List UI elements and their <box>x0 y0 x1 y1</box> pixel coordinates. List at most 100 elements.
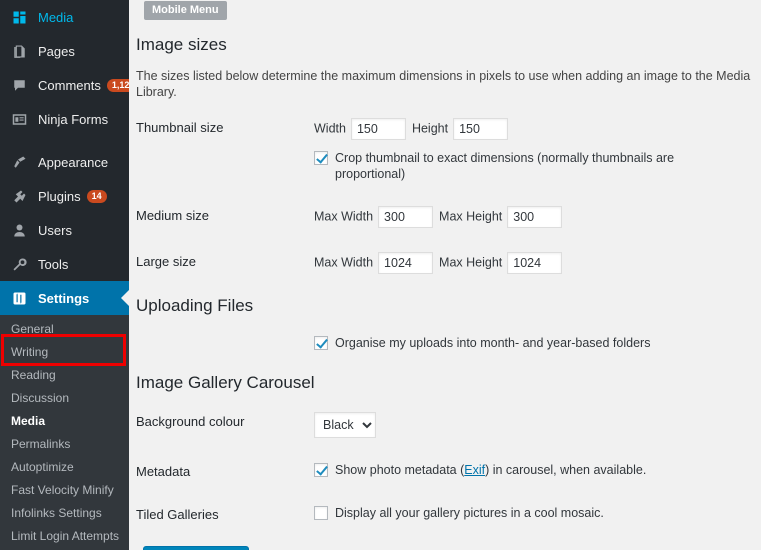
table-row: Medium size Max Width Max Height <box>136 194 750 240</box>
submenu-item-discussion[interactable]: Discussion <box>0 387 129 410</box>
sidebar-item-media[interactable]: Media <box>0 0 129 34</box>
size-row-label: Thumbnail size <box>136 120 224 135</box>
dimension-fields: Width Height <box>314 118 740 140</box>
sidebar-item-label: Plugins <box>38 188 81 204</box>
comments-icon <box>9 75 29 95</box>
sidebar-item-badge: 14 <box>86 189 107 203</box>
organise-uploads-checkbox[interactable] <box>314 336 328 350</box>
width-field-label: Max Width <box>314 255 374 270</box>
table-row: Large size Max Width Max Height <box>136 240 750 286</box>
table-row: Background colour BlackWhite <box>136 400 750 450</box>
table-row: Metadata Show photo metadata (Exif) in c… <box>136 450 750 493</box>
ninja-forms-icon <box>9 109 29 129</box>
width-input[interactable] <box>378 252 434 274</box>
submenu-item-writing[interactable]: Writing <box>0 341 129 364</box>
save-changes-button[interactable]: Save Changes <box>143 546 250 550</box>
sidebar-item-label: Ninja Forms <box>38 111 109 127</box>
tiled-galleries-description: Display all your gallery pictures in a c… <box>335 506 604 520</box>
tools-icon <box>9 254 29 274</box>
settings-submenu: General Writing Reading Discussion Media Perm… <box>0 315 129 550</box>
height-field-label: Max Height <box>439 255 503 270</box>
settings-main-panel: Mobile Menu Image sizes The sizes listed… <box>129 0 761 550</box>
sidebar-top-menu: Media Pages Comments 1,129 Ninja Forms <box>0 0 129 136</box>
sidebar-item-label: Appearance <box>38 154 109 170</box>
width-field-label: Max Width <box>314 209 374 224</box>
tiled-galleries-cell: Display all your gallery pictures in a c… <box>314 493 750 536</box>
width-input[interactable] <box>350 118 406 140</box>
submenu-item-general[interactable]: General <box>0 318 129 341</box>
width-field-label: Width <box>314 121 346 136</box>
media-settings-form: Image sizes The sizes listed below deter… <box>129 0 761 550</box>
metadata-label: Metadata <box>136 464 191 479</box>
gallery-carousel-table: Background colour BlackWhite Metadata Sh… <box>136 400 750 536</box>
submenu-item-limit-login-attempts[interactable]: Limit Login Attempts <box>0 525 129 548</box>
tiled-galleries-row: Display all your gallery pictures in a c… <box>314 505 740 521</box>
mobile-menu-button[interactable]: Mobile Menu <box>144 1 227 20</box>
background-colour-label: Background colour <box>136 414 245 429</box>
submenu-item-permalinks[interactable]: Permalinks <box>0 433 129 456</box>
uploading-files-heading: Uploading Files <box>136 296 254 315</box>
uploading-files-table: Organise my uploads into month- and year… <box>136 323 750 363</box>
pages-icon <box>9 41 29 61</box>
dimension-fields: Max Width Max Height <box>314 252 740 274</box>
table-row: Tiled Galleries Display all your gallery… <box>136 493 750 536</box>
sidebar-item-tools[interactable]: Tools <box>0 247 129 281</box>
sidebar-item-comments[interactable]: Comments 1,129 <box>0 68 129 102</box>
crop-thumbnail-checkbox[interactable] <box>314 151 328 165</box>
tiled-galleries-label: Tiled Galleries <box>136 507 219 522</box>
submenu-item-media[interactable]: Media <box>0 410 129 433</box>
sidebar-item-pages[interactable]: Pages <box>0 34 129 68</box>
organise-uploads-cell: Organise my uploads into month- and year… <box>314 323 750 363</box>
image-gallery-carousel-heading: Image Gallery Carousel <box>136 373 315 392</box>
metadata-text-after: ) in carousel, when available. <box>485 463 647 477</box>
sidebar-item-appearance[interactable]: Appearance <box>0 145 129 179</box>
submenu-item-infolinks-settings[interactable]: Infolinks Settings <box>0 502 129 525</box>
submenu-item-reading[interactable]: Reading <box>0 364 129 387</box>
sidebar-item-label: Media <box>38 9 74 25</box>
height-field-label: Height <box>411 121 449 136</box>
sidebar-item-badge: 1,129 <box>106 78 129 92</box>
save-button-wrapper: Save Changes <box>136 536 761 550</box>
dimension-fields: Max Width Max Height <box>314 206 740 228</box>
sidebar-item-ninja-forms[interactable]: Ninja Forms <box>0 102 129 136</box>
metadata-cell: Show photo metadata (Exif) in carousel, … <box>314 450 750 493</box>
settings-icon <box>9 288 29 308</box>
metadata-text-before: Show photo metadata ( <box>335 463 465 477</box>
crop-thumbnail-row: Crop thumbnail to exact dimensions (norm… <box>314 150 740 182</box>
sidebar-item-label: Tools <box>38 256 69 272</box>
show-metadata-checkbox[interactable] <box>314 463 328 477</box>
image-sizes-heading: Image sizes <box>136 35 227 54</box>
width-input[interactable] <box>378 206 434 228</box>
submenu-item-autoptimize[interactable]: Autoptimize <box>0 456 129 479</box>
size-row-fields: Width Height Crop thumbnail to exact dimen… <box>314 106 750 194</box>
admin-sidebar: Media Pages Comments 1,129 Ninja Forms Appea… <box>0 0 129 550</box>
height-input[interactable] <box>507 252 563 274</box>
wordpress-admin-screen: Media Pages Comments 1,129 Ninja Forms Appea… <box>0 0 761 550</box>
size-row-label: Medium size <box>136 208 209 223</box>
sidebar-item-users[interactable]: Users <box>0 213 129 247</box>
height-field-label: Max Height <box>439 209 503 224</box>
exif-link[interactable]: Exif <box>464 463 485 477</box>
background-colour-select[interactable]: BlackWhite <box>314 412 376 438</box>
image-sizes-description: The sizes listed below determine the max… <box>136 69 751 99</box>
submenu-item-fast-velocity-minify[interactable]: Fast Velocity Minify <box>0 479 129 502</box>
sidebar-main-menu: Appearance Plugins 14 Users Tools Settings <box>0 145 129 315</box>
height-input[interactable] <box>453 118 509 140</box>
sidebar-item-label: Comments <box>38 77 101 93</box>
sidebar-item-plugins[interactable]: Plugins 14 <box>0 179 129 213</box>
table-row: Thumbnail size Width Height Crop thumbnail … <box>136 106 750 194</box>
height-input[interactable] <box>507 206 563 228</box>
organise-uploads-row: Organise my uploads into month- and year… <box>314 335 740 351</box>
crop-thumbnail-label: Crop thumbnail to exact dimensions (norm… <box>335 151 675 181</box>
size-row-label: Large size <box>136 254 196 269</box>
image-sizes-table: Thumbnail size Width Height Crop thumbnail … <box>136 106 750 286</box>
uploading-files-row-label <box>136 323 314 363</box>
table-row: Organise my uploads into month- and year… <box>136 323 750 363</box>
users-icon <box>9 220 29 240</box>
sidebar-item-settings[interactable]: Settings <box>0 281 129 315</box>
metadata-row: Show photo metadata (Exif) in carousel, … <box>314 462 740 478</box>
plugins-icon <box>9 186 29 206</box>
tiled-galleries-checkbox[interactable] <box>314 506 328 520</box>
appearance-icon <box>9 152 29 172</box>
sidebar-item-label: Settings <box>38 290 90 306</box>
